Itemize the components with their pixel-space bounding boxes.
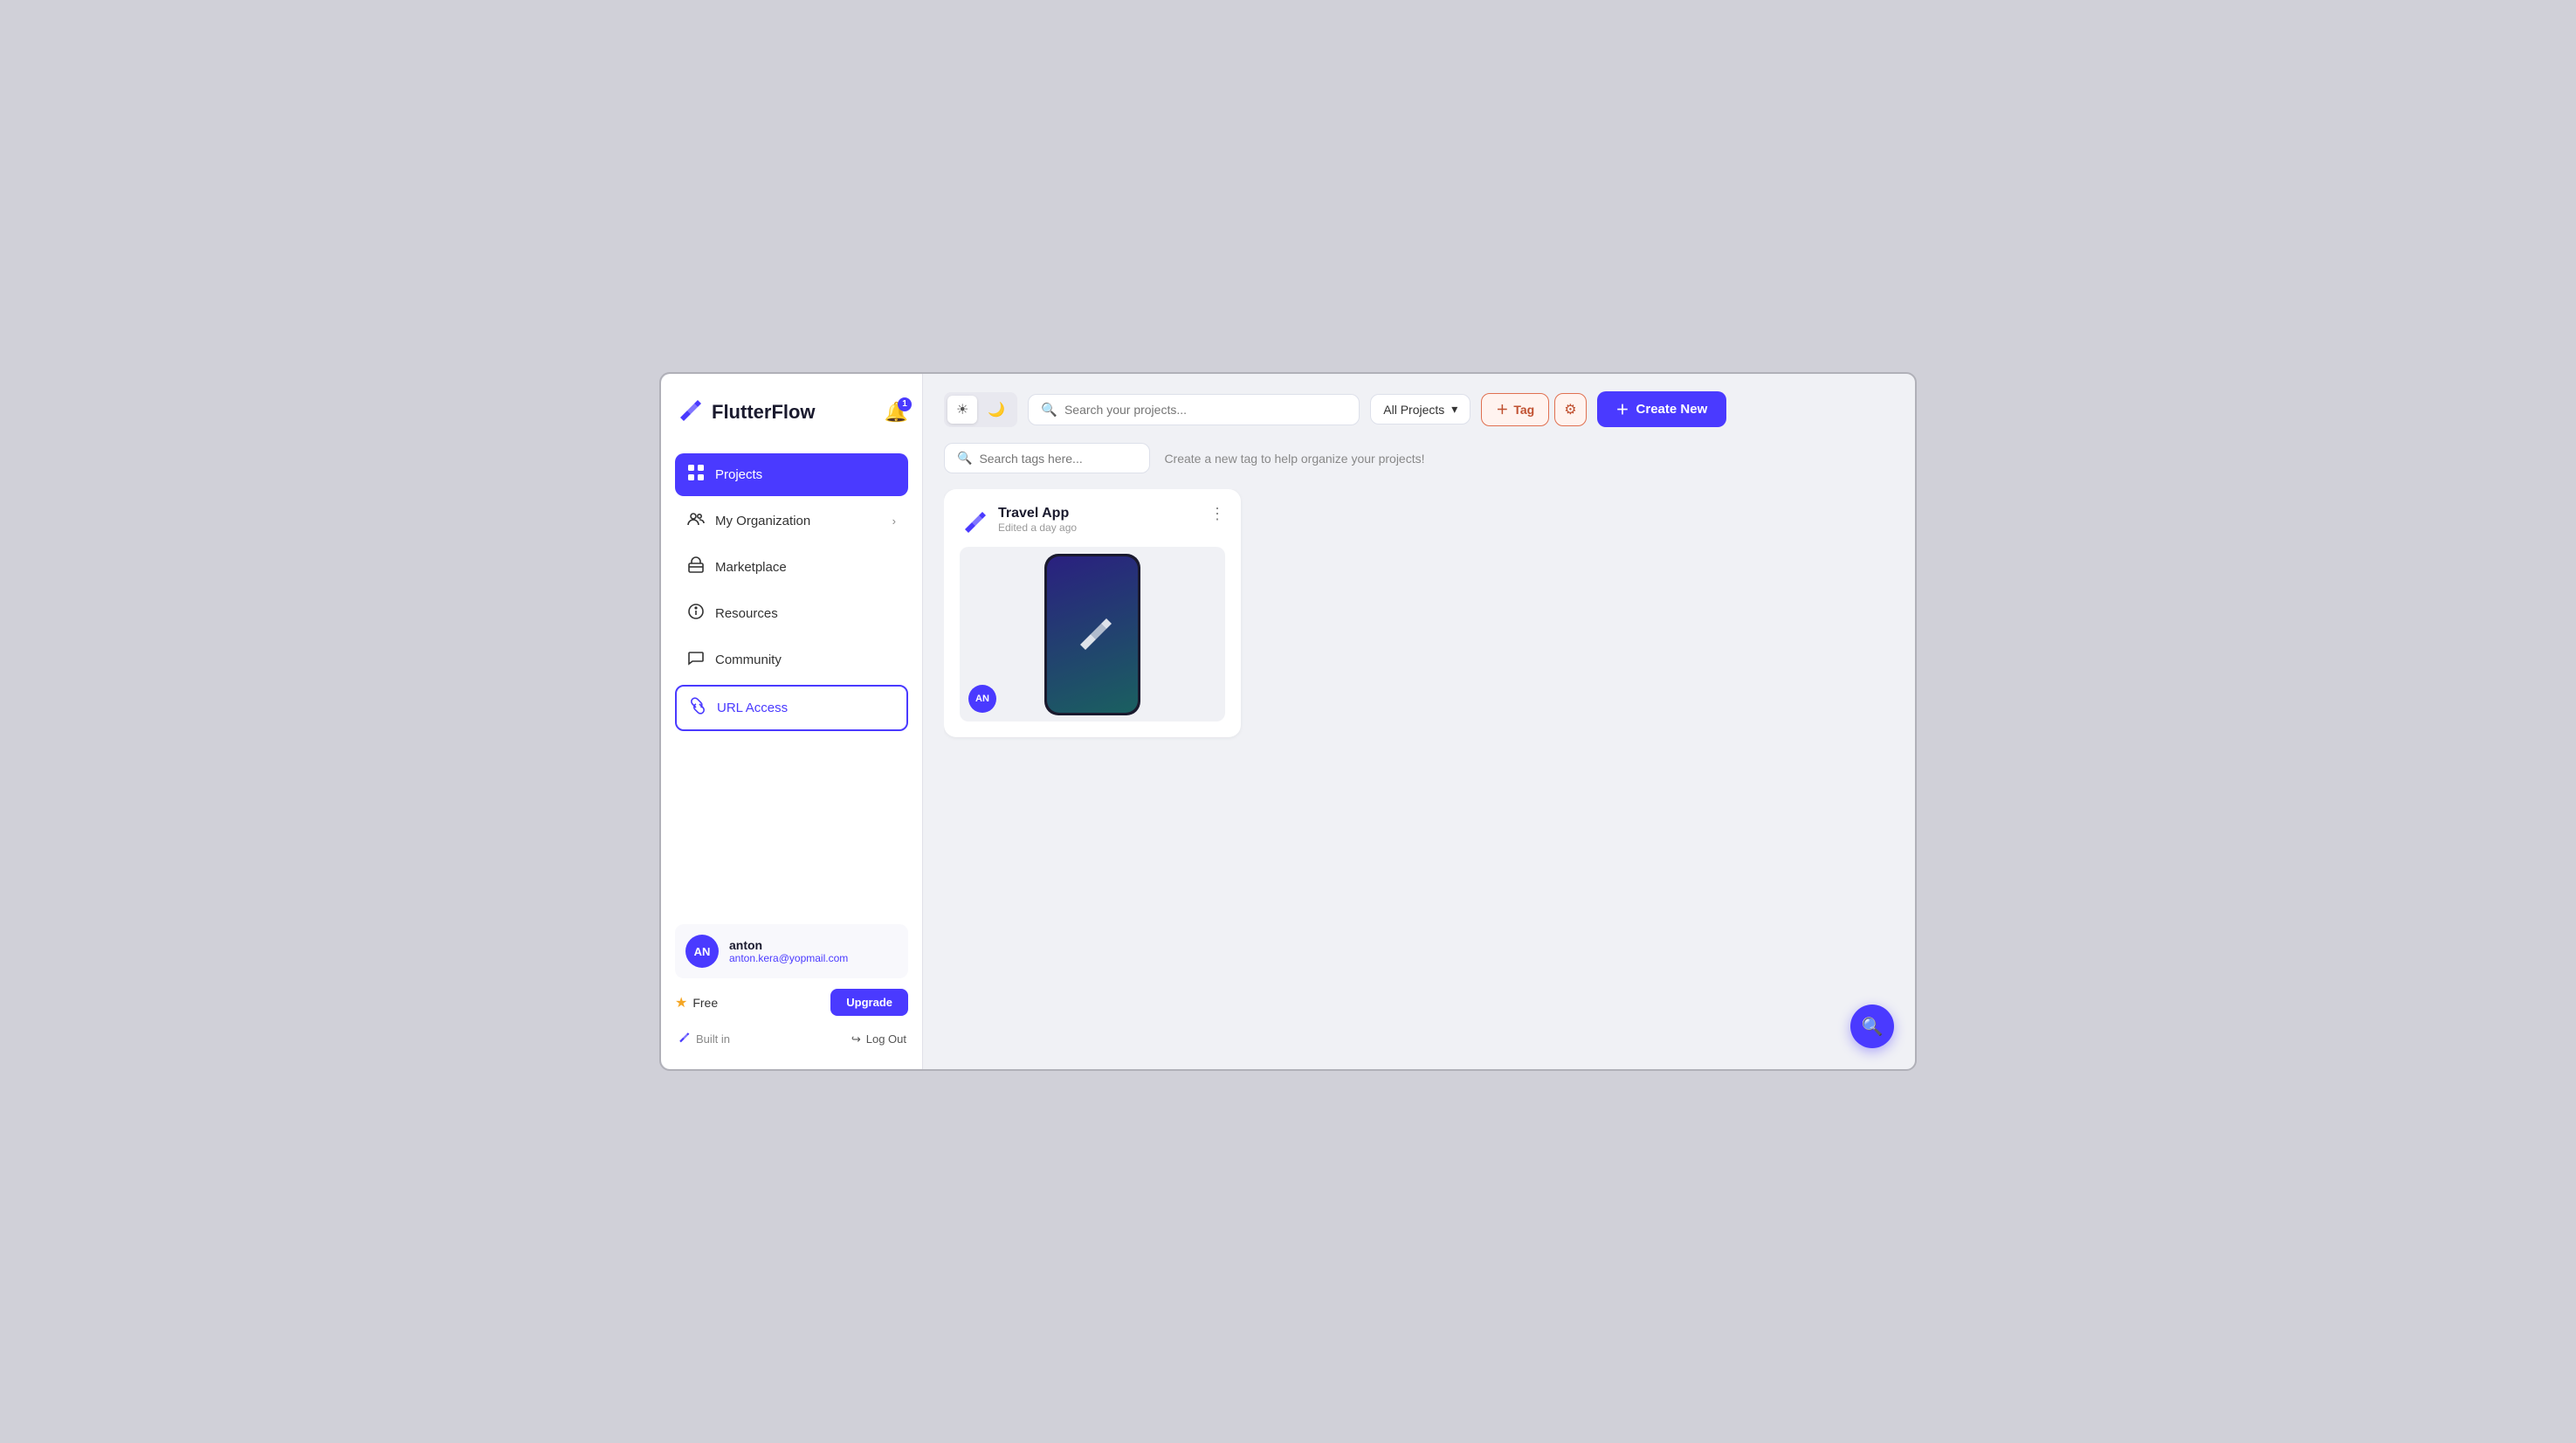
upgrade-button[interactable]: Upgrade — [830, 989, 908, 1016]
community-icon — [687, 649, 705, 671]
resources-icon — [687, 603, 705, 625]
sidebar-item-projects[interactable]: Projects — [675, 453, 908, 496]
gear-icon: ⚙ — [1564, 401, 1576, 418]
organization-icon — [687, 510, 705, 532]
sidebar-item-url-access[interactable]: URL Access — [675, 685, 908, 731]
card-title-area: Travel App Edited a day ago — [960, 505, 1077, 535]
plan-badge: ★ Free — [675, 994, 718, 1011]
user-avatar: AN — [685, 935, 719, 968]
create-plus-icon: ＋ — [1616, 400, 1629, 418]
user-info: anton anton.kera@yopmail.com — [729, 938, 848, 964]
sidebar-item-projects-label: Projects — [715, 467, 762, 482]
fab-search-button[interactable]: 🔍 — [1850, 1005, 1894, 1048]
logout-label: Log Out — [866, 1032, 906, 1046]
logout-icon: ↪ — [851, 1032, 861, 1046]
search-icon: 🔍 — [1041, 402, 1057, 418]
user-email: anton.kera@yopmail.com — [729, 952, 848, 964]
notification-badge: 1 — [898, 397, 912, 411]
sidebar-item-community[interactable]: Community — [675, 639, 908, 681]
sidebar-item-community-label: Community — [715, 652, 782, 667]
filter-dropdown[interactable]: All Projects ▾ — [1370, 394, 1471, 425]
project-more-button[interactable]: ⋮ — [1209, 505, 1225, 523]
flutterflow-logo-icon — [675, 395, 703, 429]
built-logout-row: Built in ↪ Log Out — [675, 1026, 908, 1052]
sidebar: FlutterFlow 🔔 1 Projects — [661, 374, 923, 1069]
sidebar-item-marketplace[interactable]: Marketplace — [675, 546, 908, 589]
sidebar-item-resources[interactable]: Resources — [675, 592, 908, 635]
notifications-bell[interactable]: 🔔 1 — [885, 401, 908, 424]
tags-hint: Create a new tag to help organize your p… — [1164, 452, 1424, 466]
theme-toggle: ☀ 🌙 — [944, 392, 1017, 427]
card-header: Travel App Edited a day ago ⋮ — [960, 505, 1225, 535]
sidebar-item-url-access-label: URL Access — [717, 701, 788, 715]
plus-icon: ＋ — [1496, 401, 1508, 418]
app-title: FlutterFlow — [712, 401, 816, 424]
projects-grid: Travel App Edited a day ago ⋮ — [944, 489, 1894, 1052]
tag-search-box[interactable]: 🔍 — [944, 443, 1150, 473]
sun-icon: ☀ — [956, 403, 968, 418]
project-search-input[interactable] — [1064, 403, 1347, 417]
sidebar-item-my-organization[interactable]: My Organization › — [675, 500, 908, 542]
phone-mockup — [1044, 554, 1140, 715]
user-card[interactable]: AN anton anton.kera@yopmail.com — [675, 924, 908, 978]
built-in-label: Built in — [677, 1030, 730, 1048]
logo-area: FlutterFlow 🔔 1 — [675, 395, 908, 429]
logout-button[interactable]: ↪ Log Out — [851, 1032, 906, 1046]
user-name: anton — [729, 938, 848, 952]
sidebar-item-marketplace-label: Marketplace — [715, 560, 787, 575]
sidebar-bottom: AN anton anton.kera@yopmail.com ★ Free U… — [675, 924, 908, 1052]
filter-label: All Projects — [1383, 403, 1444, 417]
flutterflow-small-icon — [677, 1030, 691, 1048]
chevron-down-icon: ▾ — [1451, 402, 1457, 417]
project-card-avatar: AN — [968, 685, 996, 713]
star-icon: ★ — [675, 994, 687, 1011]
main-content: ☀ 🌙 🔍 All Projects ▾ ＋ Tag ⚙ — [923, 374, 1915, 1069]
topbar: ☀ 🌙 🔍 All Projects ▾ ＋ Tag ⚙ — [944, 391, 1894, 427]
project-title: Travel App — [998, 506, 1077, 521]
create-new-button[interactable]: ＋ Create New — [1597, 391, 1727, 427]
plan-label: Free — [692, 996, 718, 1010]
project-card-travel-app[interactable]: Travel App Edited a day ago ⋮ — [944, 489, 1241, 737]
dark-theme-button[interactable]: 🌙 — [979, 396, 1014, 424]
logo: FlutterFlow — [675, 395, 816, 429]
create-label: Create New — [1636, 402, 1708, 417]
moon-icon: 🌙 — [988, 403, 1005, 418]
sidebar-nav: Projects My Organization › — [675, 453, 908, 907]
card-title-info: Travel App Edited a day ago — [998, 506, 1077, 534]
tag-search-icon: 🔍 — [957, 451, 972, 466]
sidebar-item-my-organization-label: My Organization — [715, 514, 810, 528]
chevron-right-icon: › — [892, 514, 896, 528]
url-access-icon — [689, 697, 706, 719]
built-in-text: Built in — [696, 1032, 730, 1046]
marketplace-icon — [687, 556, 705, 578]
tag-search-input[interactable] — [979, 452, 1137, 466]
light-theme-button[interactable]: ☀ — [947, 396, 977, 424]
fab-search-icon: 🔍 — [1862, 1016, 1884, 1038]
tag-button[interactable]: ＋ Tag — [1481, 393, 1549, 426]
phone-screen-logo — [1071, 610, 1113, 659]
project-subtitle: Edited a day ago — [998, 521, 1077, 534]
tags-row: 🔍 Create a new tag to help organize your… — [944, 443, 1894, 473]
project-search-box[interactable]: 🔍 — [1028, 394, 1360, 425]
app-window: FlutterFlow 🔔 1 Projects — [659, 372, 1917, 1071]
project-logo-icon — [960, 505, 989, 535]
project-preview: AN — [960, 547, 1225, 722]
phone-screen — [1047, 556, 1138, 713]
tag-label: Tag — [1513, 403, 1534, 417]
plan-row: ★ Free Upgrade — [675, 989, 908, 1016]
sidebar-item-resources-label: Resources — [715, 606, 778, 621]
tag-settings-button[interactable]: ⚙ — [1554, 393, 1586, 426]
projects-icon — [687, 464, 705, 486]
